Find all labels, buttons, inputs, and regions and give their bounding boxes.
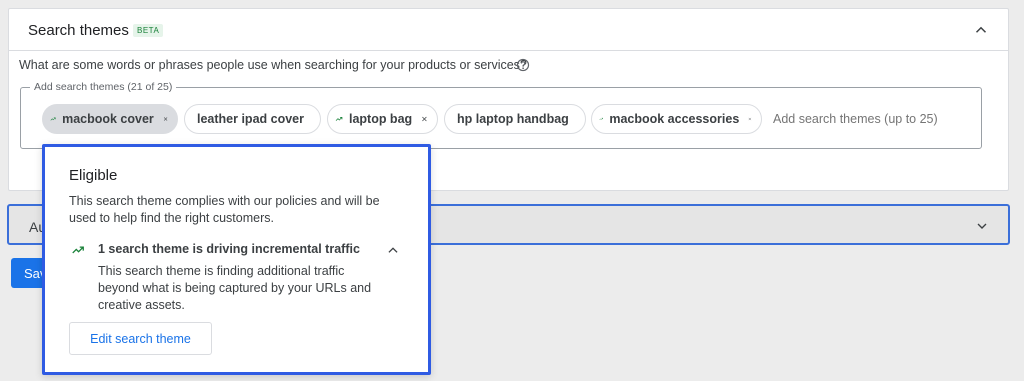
traffic-title: 1 search theme is driving incremental tr… (98, 242, 360, 256)
chip-laptop-bag[interactable]: laptop bag (327, 104, 438, 134)
eligibility-popup: Eligible This search theme complies with… (42, 144, 431, 375)
chevron-up-icon[interactable] (972, 21, 990, 39)
card-header: Search themes BETA (9, 9, 1008, 51)
chip-label: laptop bag (348, 112, 413, 126)
chip-label: macbook cover (62, 112, 154, 126)
chip-label: macbook accessories (609, 112, 740, 126)
field-label: Add search themes (21 of 25) (30, 81, 177, 93)
add-search-theme-input[interactable] (773, 112, 973, 126)
trending-up-icon (599, 117, 603, 121)
trending-up-icon (50, 117, 56, 121)
chip-hp-laptop-handbag[interactable]: hp laptop handbag (444, 104, 586, 134)
close-icon[interactable] (421, 113, 428, 125)
beta-badge: BETA (133, 24, 164, 37)
chip-label: leather ipad cover (197, 112, 304, 126)
question-text: What are some words or phrases people us… (19, 58, 527, 72)
chevron-up-icon[interactable] (386, 243, 400, 257)
close-icon[interactable] (163, 113, 168, 125)
chip-macbook-accessories[interactable]: macbook accessories (591, 104, 762, 134)
chip-macbook-cover[interactable]: macbook cover (42, 104, 178, 134)
chip-label: hp laptop handbag (457, 112, 569, 126)
card-title: Search themes (28, 22, 129, 39)
popup-title: Eligible (69, 167, 118, 184)
chevron-down-icon[interactable] (974, 218, 990, 234)
traffic-description: This search theme is finding additional … (98, 264, 372, 312)
popup-description: This search theme complies with our poli… (69, 194, 380, 225)
chip-leather-ipad-cover[interactable]: leather ipad cover (184, 104, 321, 134)
trending-up-icon (335, 116, 343, 121)
trending-up-icon (72, 246, 84, 254)
close-icon[interactable] (748, 113, 752, 125)
edit-search-theme-button[interactable]: Edit search theme (69, 322, 212, 355)
help-icon[interactable] (516, 58, 530, 72)
